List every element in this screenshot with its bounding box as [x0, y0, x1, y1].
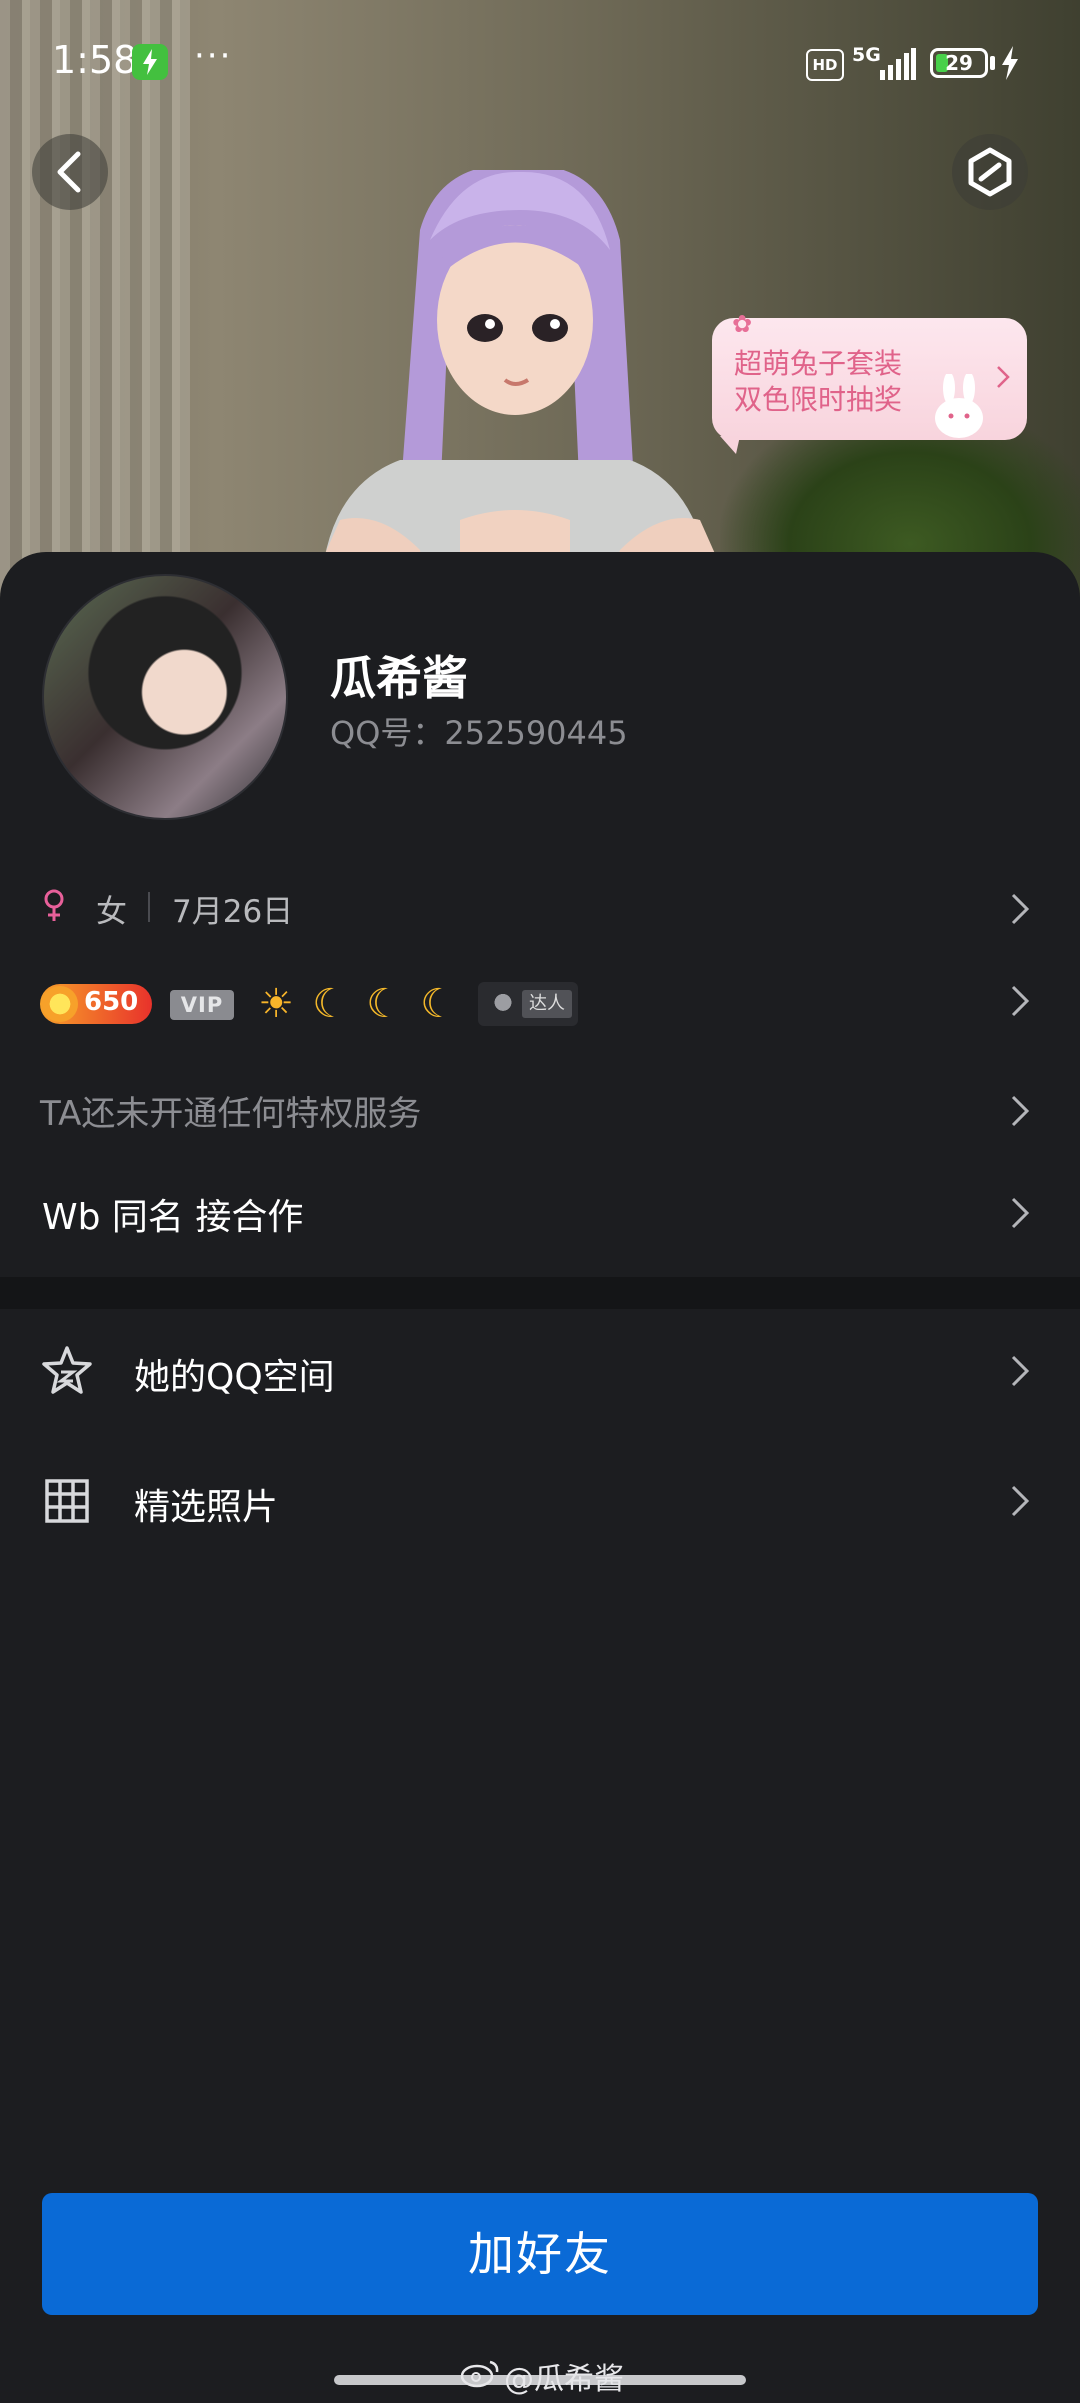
grid-icon: [45, 1479, 89, 1523]
chevron-right-icon: [1011, 985, 1030, 1017]
chevron-right-icon: [1011, 1095, 1030, 1127]
5g-icon: 5G: [852, 44, 881, 66]
back-button[interactable]: [32, 134, 108, 210]
star-icon: [42, 1346, 92, 1394]
battery-cap: [990, 56, 995, 70]
promo-line-2: 双色限时抽奖: [734, 383, 903, 416]
divider: [148, 892, 150, 922]
chevron-right-icon: [1011, 893, 1030, 925]
moon-icon: ☾: [366, 981, 402, 1027]
status-bar: 1:58 ··· HD 5G 29: [0, 0, 1080, 130]
signal-icon: [880, 48, 916, 80]
weibo-icon: [460, 2360, 499, 2388]
hexagon-icon: [968, 147, 1012, 197]
avatar[interactable]: [42, 574, 288, 820]
coin-icon: [42, 986, 78, 1022]
hd-icon: HD: [806, 49, 844, 81]
chevron-right-icon: [1011, 1485, 1030, 1517]
bubble-tail: [720, 436, 740, 454]
qzone-row[interactable]: 她的QQ空间: [0, 1318, 1080, 1428]
chevron-right-icon: [997, 366, 1010, 388]
female-icon: [44, 889, 64, 921]
profile-card: 瓜希酱 QQ号：252590445 女 7月26日 650 VIP ☀ ☾ ☾ …: [0, 552, 1080, 1277]
chevron-right-icon: [1011, 1197, 1030, 1229]
privilege-text: TA还未开通任何特权服务: [40, 1094, 422, 1134]
section-divider: [0, 1277, 1080, 1309]
photos-row[interactable]: 精选照片: [0, 1448, 1080, 1558]
moon-icon: ☾: [420, 981, 456, 1027]
charging-bolt-icon: [1002, 46, 1018, 80]
add-friend-button[interactable]: 加好友: [42, 2193, 1038, 2315]
qzone-label: 她的QQ空间: [134, 1357, 335, 1398]
privilege-row[interactable]: TA还未开通任何特权服务: [0, 1064, 1080, 1154]
wing-icon: [486, 988, 520, 1020]
battery-icon: 29: [930, 48, 988, 78]
gender-label: 女: [96, 894, 127, 930]
signature-row[interactable]: Wb 同名 接合作: [0, 1166, 1080, 1256]
level-number: 650: [84, 987, 139, 1017]
avatar-settings-button[interactable]: [952, 134, 1028, 210]
birthday-label: 7月26日: [172, 894, 294, 930]
chevron-right-icon: [1011, 1355, 1030, 1387]
vip-badge: VIP: [170, 990, 234, 1020]
badges-row[interactable]: 650 VIP ☀ ☾ ☾ ☾ 达人: [0, 954, 1080, 1044]
daren-badge: 达人: [478, 982, 578, 1026]
battery-percent: 29: [945, 51, 973, 75]
qq-number: QQ号：252590445: [330, 714, 628, 752]
nickname: 瓜希酱: [330, 651, 468, 705]
moon-icon: ☾: [312, 981, 348, 1027]
photos-label: 精选照片: [134, 1487, 279, 1528]
watermark: @瓜希酱: [504, 2362, 624, 2397]
status-time: 1:58: [52, 38, 138, 82]
chevron-left-icon: [57, 151, 81, 193]
signature-text: Wb 同名 接合作: [42, 1197, 304, 1238]
flower-icon: ✿: [732, 310, 753, 338]
basic-info-row[interactable]: 女 7月26日: [0, 862, 1080, 952]
promo-bubble[interactable]: ✿ 超萌兔子套装 双色限时抽奖: [712, 310, 1027, 454]
bunny-icon: [935, 374, 983, 438]
promo-line-1: 超萌兔子套装: [734, 347, 903, 380]
sun-icon: ☀: [258, 981, 294, 1027]
level-badge: 650: [40, 984, 152, 1024]
more-notifications-icon: ···: [194, 36, 233, 76]
daren-label: 达人: [522, 990, 572, 1018]
charging-app-icon: [132, 44, 168, 80]
profile-cover: 1:58 ··· HD 5G 29 ✿ 超萌兔子套装 双色限时抽奖: [0, 0, 1080, 600]
